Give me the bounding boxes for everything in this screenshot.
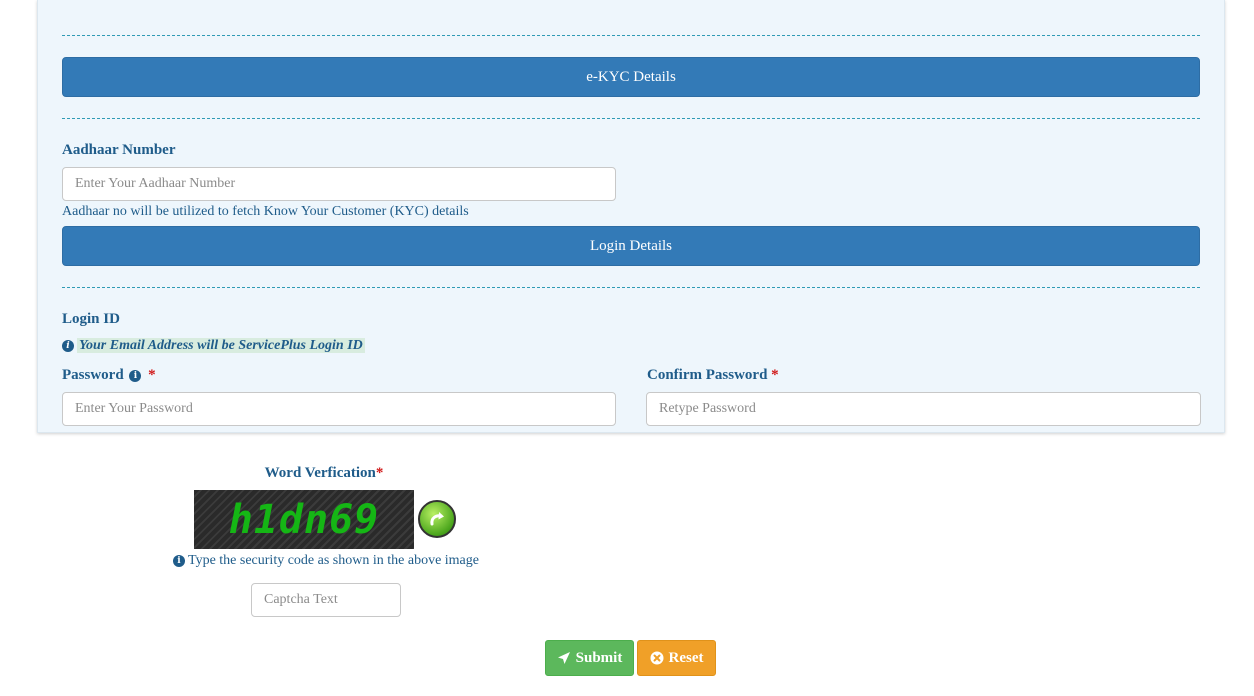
- ekyc-section-header: e-KYC Details: [62, 57, 1200, 97]
- confirm-password-label-text: Confirm Password: [647, 367, 768, 383]
- section-divider: [62, 118, 1200, 119]
- times-circle-icon: [650, 651, 663, 665]
- submit-button[interactable]: Submit: [545, 640, 634, 676]
- login-id-note: i Your Email Address will be ServicePlus …: [62, 338, 365, 354]
- login-section-title: Login Details: [589, 237, 673, 254]
- reset-button[interactable]: Reset: [637, 640, 716, 676]
- captcha-image: h1dn69: [194, 490, 414, 549]
- required-asterisk: *: [148, 367, 156, 383]
- ekyc-section-title: e-KYC Details: [586, 68, 676, 85]
- section-divider: [62, 35, 1200, 36]
- captcha-help-text: Type the security code as shown in the a…: [188, 553, 479, 568]
- submit-label: Submit: [575, 649, 623, 666]
- required-asterisk: *: [771, 367, 779, 383]
- section-divider: [62, 287, 1200, 288]
- info-circle-icon: i: [173, 555, 185, 567]
- reset-label: Reset: [668, 649, 704, 666]
- password-label-text: Password: [62, 367, 124, 383]
- paper-plane-icon: [557, 652, 570, 664]
- login-section-header: Login Details: [62, 226, 1200, 266]
- password-info-icon[interactable]: i: [129, 370, 142, 382]
- aadhaar-label: Aadhaar Number: [62, 142, 176, 158]
- word-verification-label: Word Verfication*: [194, 465, 454, 482]
- login-id-label: Login ID: [62, 311, 120, 327]
- captcha-code: h1dn69: [228, 496, 380, 543]
- aadhaar-help-text: Aadhaar no will be utilized to fetch Kno…: [62, 204, 469, 219]
- confirm-password-input[interactable]: [646, 392, 1201, 426]
- refresh-icon: [430, 512, 444, 526]
- confirm-password-label: Confirm Password *: [647, 367, 779, 384]
- registration-form-panel: e-KYC Details Aadhaar Number Aadhaar no …: [37, 0, 1225, 433]
- refresh-captcha-button[interactable]: [418, 500, 456, 538]
- password-label: Password i *: [62, 367, 156, 384]
- password-input[interactable]: [62, 392, 616, 426]
- aadhaar-input[interactable]: [62, 167, 616, 201]
- info-circle-icon: i: [62, 340, 74, 352]
- required-asterisk: *: [375, 465, 384, 481]
- captcha-help: i Type the security code as shown in the …: [173, 553, 479, 569]
- login-id-note-text: Your Email Address will be ServicePlus L…: [77, 338, 365, 353]
- captcha-input[interactable]: [251, 583, 401, 617]
- word-verification-label-text: Word Verfication: [264, 465, 376, 481]
